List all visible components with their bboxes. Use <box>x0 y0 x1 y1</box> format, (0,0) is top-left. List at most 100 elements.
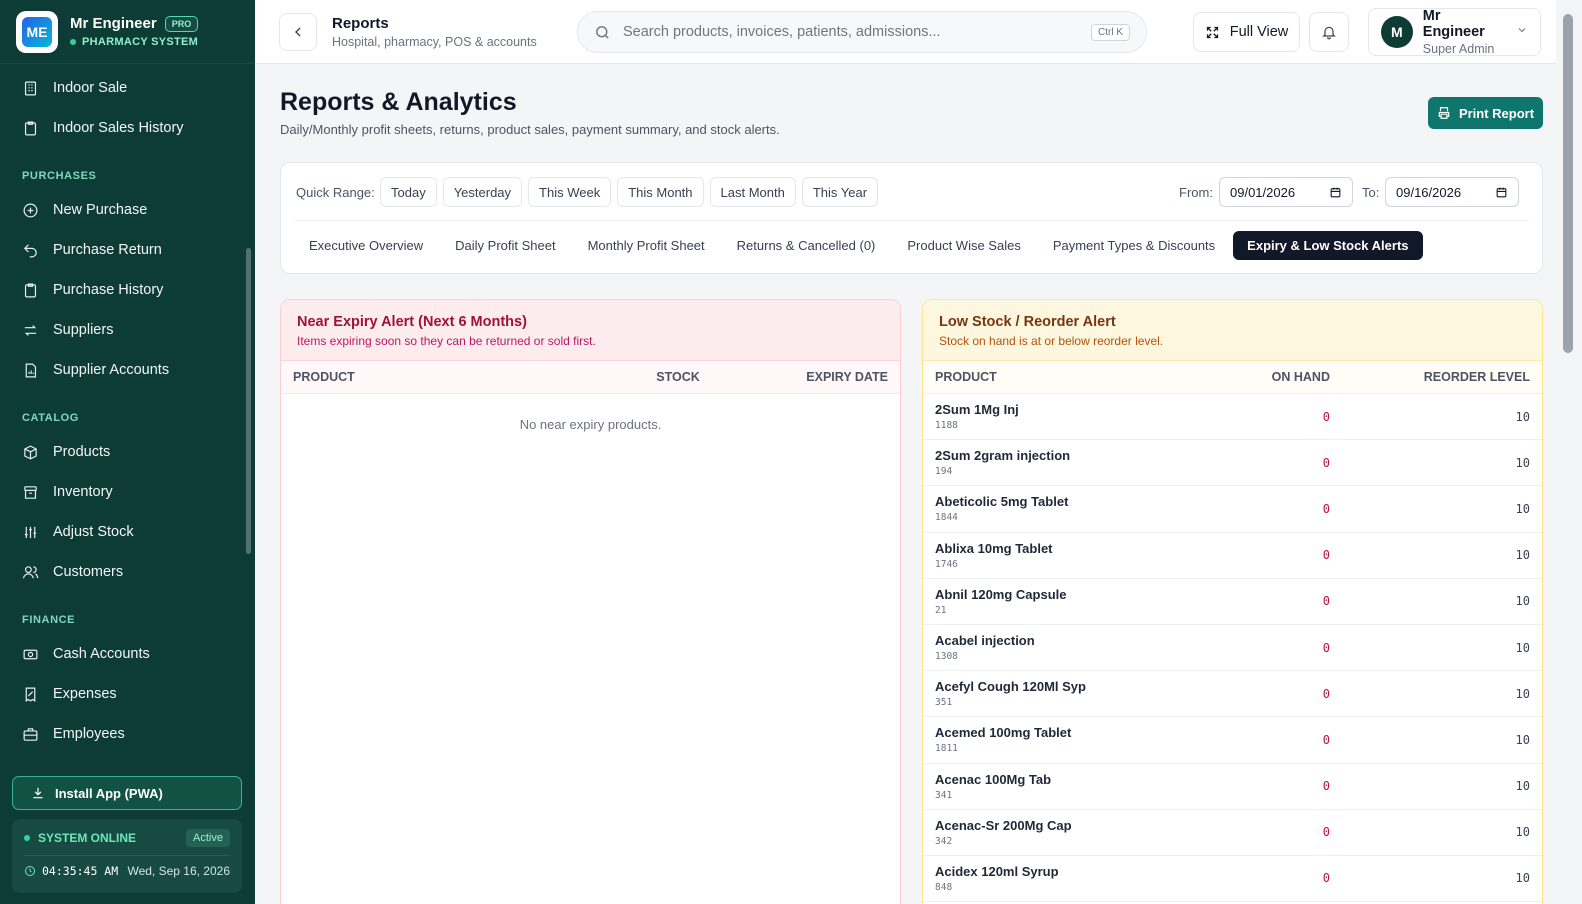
quick-range-this-year[interactable]: This Year <box>801 177 879 207</box>
status-badge: Active <box>186 829 230 847</box>
table-row[interactable]: 2Sum 1Mg Inj 1188 0 10 <box>923 394 1542 441</box>
bell-icon <box>1322 26 1336 40</box>
sidebar-item-suppliers[interactable]: Suppliers <box>0 310 255 350</box>
sidebar-item-cash-accounts[interactable]: Cash Accounts <box>0 634 255 674</box>
filter-divider <box>295 220 1529 221</box>
global-search[interactable]: Ctrl K <box>577 11 1147 53</box>
table-row[interactable]: Acemed 100mg Tablet 1811 0 10 <box>923 717 1542 764</box>
sidebar-scrollbar[interactable] <box>246 70 251 760</box>
table-row[interactable]: Acenac-Sr 200Mg Cap 342 0 10 <box>923 810 1542 856</box>
tab-daily-profit-sheet[interactable]: Daily Profit Sheet <box>441 231 569 260</box>
sidebar-item-purchase-return[interactable]: Purchase Return <box>0 230 255 270</box>
sidebar-item-indoor-sale[interactable]: Indoor Sale <box>0 68 255 108</box>
product-code: 1188 <box>935 420 958 432</box>
table-row[interactable]: Acidex 120ml Syrup 848 0 10 <box>923 856 1542 903</box>
install-app-button[interactable]: Install App (PWA) <box>12 776 242 810</box>
sidebar-item-label: Indoor Sale <box>53 80 128 96</box>
page-scroll-thumb[interactable] <box>1563 14 1573 353</box>
product-code: 341 <box>935 789 953 801</box>
sidebar-item-adjust-stock[interactable]: Adjust Stock <box>0 512 255 552</box>
quick-range-last-month[interactable]: Last Month <box>709 177 796 207</box>
reorder-level-value: 10 <box>1515 548 1530 563</box>
sidebar-item-indoor-sales-history[interactable]: Indoor Sales History <box>0 108 255 148</box>
sidebar-item-label: Cash Accounts <box>53 646 150 662</box>
quick-range-yesterday[interactable]: Yesterday <box>442 177 523 207</box>
notifications-button[interactable] <box>1309 12 1349 52</box>
table-row[interactable]: 2Sum 2gram injection 194 0 10 <box>923 440 1542 487</box>
sidebar-item-supplier-accounts[interactable]: Supplier Accounts <box>0 350 255 390</box>
table-row[interactable]: Acabel injection 1308 0 10 <box>923 625 1542 672</box>
sidebar-item-products[interactable]: Products <box>0 432 255 472</box>
near-expiry-subtitle: Items expiring soon so they can be retur… <box>297 334 596 348</box>
product-name: Acabel injection <box>935 633 1035 649</box>
system-status-card: SYSTEM ONLINE Active 04:35:45 AM Wed, Se… <box>12 819 242 893</box>
status-date: Wed, Sep 16, 2026 <box>127 864 230 878</box>
tab-payment-types-discounts[interactable]: Payment Types & Discounts <box>1039 231 1229 260</box>
chevron-left-icon <box>295 27 301 37</box>
sliders-icon <box>24 526 37 538</box>
brand-name: Mr Engineer <box>70 15 157 32</box>
sidebar-item-inventory[interactable]: Inventory <box>0 472 255 512</box>
download-icon <box>33 787 43 799</box>
table-row[interactable]: Acenac 100Mg Tab 341 0 10 <box>923 764 1542 810</box>
on-hand-value: 0 <box>1322 779 1330 794</box>
sidebar-item-purchase-history[interactable]: Purchase History <box>0 270 255 310</box>
print-report-label: Print Report <box>1458 105 1535 121</box>
reorder-level-value: 10 <box>1515 455 1530 470</box>
quick-range-today[interactable]: Today <box>380 177 437 207</box>
tab-executive-overview[interactable]: Executive Overview <box>295 231 437 260</box>
logo-mark: ME <box>22 16 52 47</box>
print-report-button[interactable]: Print Report <box>1428 97 1543 129</box>
full-view-button[interactable]: Full View <box>1193 12 1300 52</box>
quick-range-this-month[interactable]: This Month <box>617 177 704 207</box>
table-row[interactable]: Abnil 120mg Capsule 21 0 10 <box>923 579 1542 625</box>
low-stock-title: Low Stock / Reorder Alert <box>939 314 1116 330</box>
sidebar-nav: Indoor Sale Indoor Sales History PURCHASES… <box>0 64 255 768</box>
cash-icon <box>23 649 38 659</box>
table-row[interactable]: Abeticolic 5mg Tablet 1844 0 10 <box>923 486 1542 533</box>
tab-product-wise-sales[interactable]: Product Wise Sales <box>893 231 1034 260</box>
expand-icon <box>1206 26 1218 38</box>
sidebar-item-employees[interactable]: Employees <box>0 714 255 754</box>
low-stock-panel: Low Stock / Reorder Alert Stock on hand … <box>922 299 1543 904</box>
sidebar-item-expenses[interactable]: Expenses <box>0 674 255 714</box>
sidebar-section-purchases: PURCHASES <box>22 170 97 182</box>
box-icon <box>24 444 37 460</box>
table-row[interactable]: Ablixa 10mg Tablet 1746 0 10 <box>923 533 1542 579</box>
full-view-label: Full View <box>1229 24 1289 40</box>
sidebar-scroll-thumb[interactable] <box>246 248 251 554</box>
table-row[interactable]: Acefyl Cough 120Ml Syp 351 0 10 <box>923 671 1542 718</box>
brand[interactable]: ME Mr Engineer PRO PHARMACY SYSTEM <box>0 0 255 64</box>
sidebar-item-customers[interactable]: Customers <box>0 552 255 592</box>
receipt-icon <box>25 687 36 702</box>
reorder-level-value: 10 <box>1515 825 1530 840</box>
from-date-value: 09/01/2026 <box>1230 184 1296 200</box>
tab-returns-cancelled-0[interactable]: Returns & Cancelled (0) <box>723 231 890 260</box>
from-date-input[interactable]: 09/01/2026 <box>1219 177 1353 207</box>
tab-monthly-profit-sheet[interactable]: Monthly Profit Sheet <box>574 231 719 260</box>
search-input[interactable] <box>623 24 1079 40</box>
on-hand-value: 0 <box>1322 409 1330 424</box>
page-subtitle: Daily/Monthly profit sheets, returns, pr… <box>280 122 780 137</box>
product-name: Abeticolic 5mg Tablet <box>935 494 1069 510</box>
brand-subtitle: PHARMACY SYSTEM <box>70 36 198 48</box>
quick-range-this-week[interactable]: This Week <box>528 177 612 207</box>
sidebar-item-label: Employees <box>53 726 125 742</box>
sidebar-item-label: Products <box>53 444 111 460</box>
sidebar-section-catalog: CATALOG <box>22 412 79 424</box>
clock-icon <box>25 866 35 876</box>
column-header-product: PRODUCT <box>293 370 355 384</box>
plus-circle-icon <box>23 203 38 217</box>
near-expiry-title: Near Expiry Alert (Next 6 Months) <box>297 314 527 330</box>
page-scrollbar[interactable] <box>1556 0 1582 904</box>
user-menu[interactable]: M Mr Engineer Super Admin <box>1368 8 1541 56</box>
on-hand-value: 0 <box>1322 732 1330 747</box>
sidebar-item-label: Supplier Accounts <box>53 362 170 378</box>
tab-expiry-low-stock-alerts[interactable]: Expiry & Low Stock Alerts <box>1233 231 1423 260</box>
to-date-input[interactable]: 09/16/2026 <box>1385 177 1519 207</box>
sidebar-item-label: Suppliers <box>53 322 114 338</box>
back-button[interactable] <box>279 13 317 51</box>
sidebar-item-new-purchase[interactable]: New Purchase <box>0 190 255 230</box>
return-icon <box>23 243 37 257</box>
chevron-down-icon <box>1516 23 1528 41</box>
